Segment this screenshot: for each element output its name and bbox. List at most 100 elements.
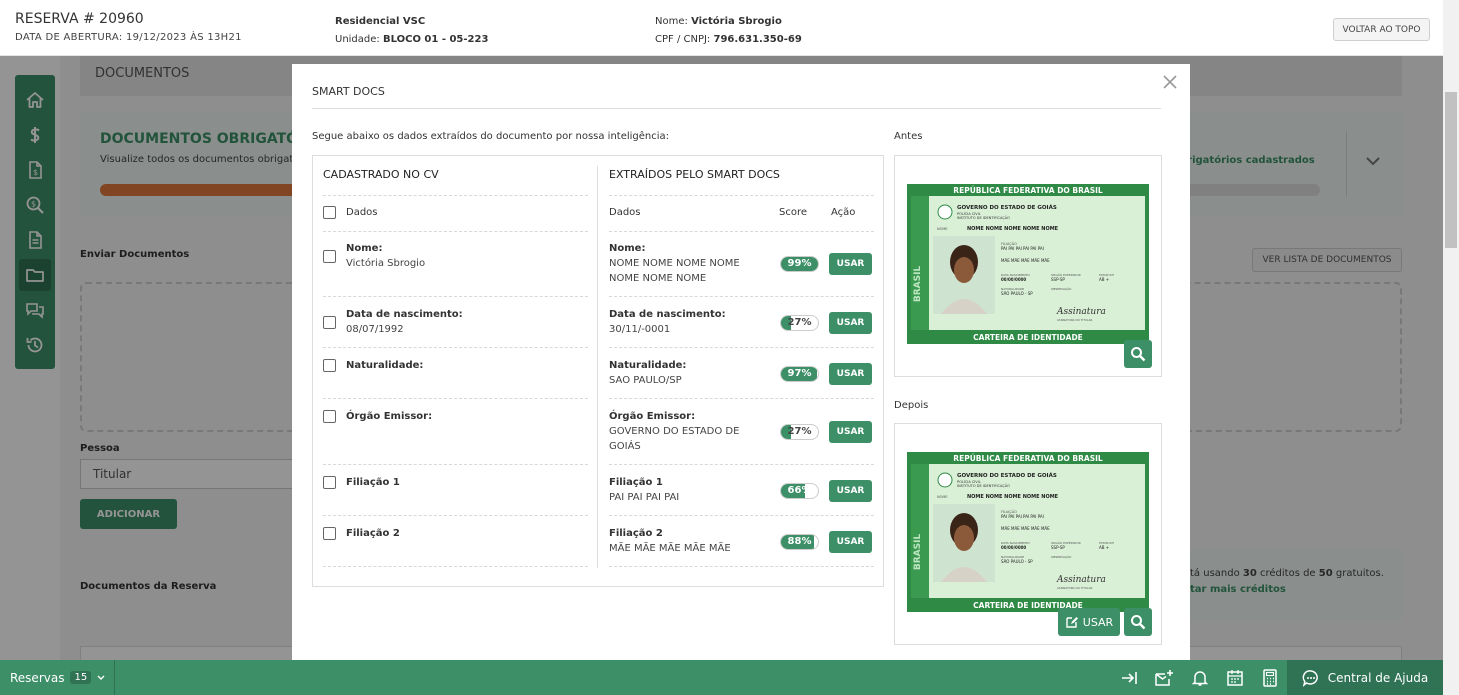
svg-text:MÃE MÃE MÃE MÃE MÃE: MÃE MÃE MÃE MÃE MÃE [1001, 526, 1050, 531]
svg-text:SÃO PAULO - SP: SÃO PAULO - SP [1001, 559, 1033, 564]
client-name: Victória Sbrogio [691, 16, 782, 27]
reservation-header: RESERVA # 20960 DATA DE ABERTURA: 19/12/… [0, 0, 1443, 56]
scrollbar-thumb[interactable] [1445, 92, 1457, 248]
svg-text:SSP-SP: SSP-SP [1051, 545, 1065, 550]
edit-icon [1066, 617, 1078, 628]
row-checkbox-filiacao-1[interactable] [323, 476, 336, 489]
score-badge: 27% [780, 315, 819, 331]
search-icon [1131, 615, 1146, 630]
client-info: Nome: Victória Sbrogio CPF / CNPJ: 796.6… [655, 13, 802, 49]
back-to-top-button[interactable]: VOLTAR AO TOPO [1333, 18, 1430, 41]
sidebar-collapse-icon[interactable] [1119, 667, 1141, 689]
row-checkbox-filiacao-2[interactable] [323, 527, 336, 540]
divider [323, 231, 588, 232]
extracted-field-orgao-emissor: Órgão Emissor: GOVERNO DO ESTADO DE GOIÁS [609, 411, 740, 452]
divider [609, 398, 874, 399]
extracted-field-data-nascimento: Data de nascimento: 30/11/-0001 [609, 309, 726, 335]
svg-text:REPÚBLICA FEDERATIVA DO BRASIL: REPÚBLICA FEDERATIVA DO BRASIL [953, 454, 1103, 463]
use-button-naturalidade[interactable]: USAR [829, 363, 872, 385]
svg-text:MÃE MÃE MÃE MÃE MÃE: MÃE MÃE MÃE MÃE MÃE [1001, 258, 1050, 263]
divider [609, 515, 874, 516]
chevron-down-icon [97, 675, 105, 680]
divider [323, 398, 588, 399]
smart-docs-column-title: EXTRAÍDOS PELO SMART DOCS [609, 168, 780, 181]
divider [609, 566, 874, 567]
divider [323, 464, 588, 465]
svg-text:AB +: AB + [1099, 277, 1109, 282]
client-name-label: Nome: [655, 16, 688, 27]
reservations-menu[interactable]: Reservas 15 [0, 660, 115, 695]
cv-field-nome: Nome: Victória Sbrogio [346, 243, 426, 269]
cv-field-naturalidade: Naturalidade: [346, 360, 424, 371]
divider [609, 464, 874, 465]
help-center-label: Central de Ajuda [1327, 670, 1429, 685]
svg-text:BRASIL: BRASIL [913, 534, 923, 571]
select-all-checkbox[interactable] [323, 206, 336, 219]
after-label: Depois [894, 400, 929, 411]
use-button-data-nascimento[interactable]: USAR [829, 312, 872, 334]
svg-text:00/00/0000: 00/00/0000 [1001, 545, 1026, 550]
add-notification-icon[interactable] [1153, 667, 1175, 689]
score-badge: 97% [780, 366, 819, 382]
property-info: Residencial VSC Unidade: BLOCO 01 - 05-2… [335, 13, 488, 49]
svg-text:Assinatura: Assinatura [1056, 575, 1106, 585]
use-button-filiacao-1[interactable]: USAR [829, 480, 872, 502]
svg-text:NOME: NOME [937, 495, 948, 499]
unit-value: BLOCO 01 - 05-223 [382, 34, 489, 45]
divider [609, 296, 874, 297]
close-icon[interactable] [1158, 70, 1182, 94]
svg-text:INSTITUTO DE IDENTIFICAÇÃO: INSTITUTO DE IDENTIFICAÇÃO [957, 483, 1010, 488]
svg-text:BRASIL: BRASIL [913, 266, 923, 303]
calculator-icon[interactable] [1259, 667, 1281, 689]
cv-field-data-nascimento: Data de nascimento: 08/07/1992 [346, 309, 463, 335]
modal-title: SMART DOCS [312, 85, 385, 98]
score-badge: 99% [780, 256, 819, 272]
svg-text:ASSINATURA DO TITULAR: ASSINATURA DO TITULAR [1057, 586, 1093, 590]
svg-text:00/00/0000: 00/00/0000 [1001, 277, 1026, 282]
use-image-button[interactable]: USAR [1058, 608, 1120, 636]
svg-text:OBSERVAÇÃO: OBSERVAÇÃO [1051, 286, 1072, 291]
opening-date: DATA DE ABERTURA: 19/12/2023 ÀS 13H21 [15, 32, 242, 43]
divider [609, 231, 874, 232]
divider [609, 195, 874, 196]
chat-bubble-icon [1302, 669, 1318, 687]
svg-text:PAI PAI PAI PAI PAI PAI: PAI PAI PAI PAI PAI PAI [1001, 514, 1044, 519]
before-image-box: BRASIL REPÚBLICA FEDERATIVA DO BRASIL GO… [894, 155, 1162, 377]
svg-text:Assinatura: Assinatura [1056, 307, 1106, 317]
cv-field-orgao-emissor: Órgão Emissor: [346, 411, 433, 422]
svg-text:ASSINATURA DO TITULAR: ASSINATURA DO TITULAR [1057, 318, 1093, 322]
after-image-box: BRASIL REPÚBLICA FEDERATIVA DO BRASIL GO… [894, 423, 1162, 645]
bottom-scrollbar[interactable] [1443, 660, 1459, 695]
modal-divider [312, 108, 1161, 109]
row-checkbox-naturalidade[interactable] [323, 359, 336, 372]
dados-header: Dados [609, 207, 641, 218]
comparison-table: CADASTRADO NO CV Dados Nome: Victória Sbr… [312, 155, 884, 587]
reservation-number: RESERVA # 20960 [15, 11, 144, 27]
zoom-after-button[interactable] [1124, 608, 1152, 636]
zoom-before-button[interactable] [1124, 340, 1152, 368]
id-card-after-image: BRASIL REPÚBLICA FEDERATIVA DO BRASIL GO… [907, 452, 1149, 612]
unit-label: Unidade: [335, 34, 380, 45]
use-button-filiacao-2[interactable]: USAR [829, 531, 872, 553]
divider [323, 195, 588, 196]
page-scrollbar[interactable] [1443, 0, 1459, 660]
modal-subtitle: Segue abaixo os dados extraídos do docum… [312, 131, 670, 142]
column-divider [597, 166, 598, 568]
row-checkbox-nome[interactable] [323, 250, 336, 263]
extracted-field-filiacao-2: Filiação 2 MÃE MÃE MÃE MÃE MÃE [609, 528, 731, 554]
reservations-count: 15 [70, 671, 92, 684]
row-checkbox-data-nascimento[interactable] [323, 316, 336, 329]
svg-text:SÃO PAULO - SP: SÃO PAULO - SP [1001, 291, 1033, 296]
bell-icon[interactable] [1189, 667, 1211, 689]
cv-column-title: CADASTRADO NO CV [323, 168, 439, 181]
svg-text:NOME: NOME [937, 227, 948, 231]
help-center-button[interactable]: Central de Ajuda [1287, 660, 1443, 695]
calendar-icon[interactable] [1224, 667, 1246, 689]
divider [323, 347, 588, 348]
row-checkbox-orgao-emissor[interactable] [323, 410, 336, 423]
divider [323, 566, 588, 567]
score-badge: 88% [780, 534, 819, 550]
score-badge: 66% [780, 483, 819, 499]
use-button-orgao-emissor[interactable]: USAR [829, 421, 872, 443]
use-button-nome[interactable]: USAR [829, 253, 872, 275]
